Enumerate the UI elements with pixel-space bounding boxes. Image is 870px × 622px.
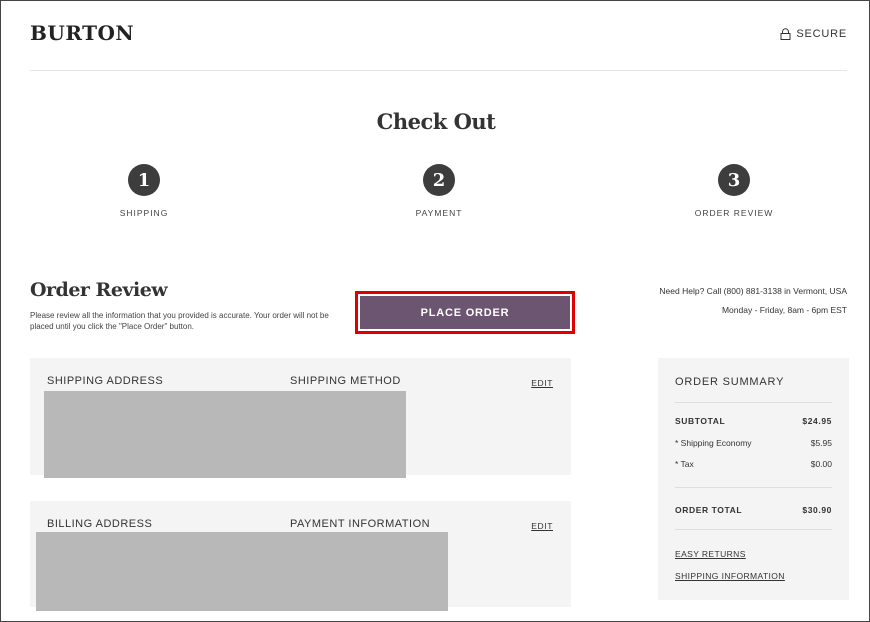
summary-divider: [675, 529, 832, 530]
step-payment: 2 PAYMENT: [349, 164, 529, 218]
step-order-review: 3 ORDER REVIEW: [644, 164, 824, 218]
help-phone: Need Help? Call (800) 881-3138 in Vermon…: [659, 286, 847, 296]
place-order-highlight: PLACE ORDER: [355, 291, 575, 334]
shipping-information-link[interactable]: SHIPPING INFORMATION: [675, 571, 785, 581]
order-total-row: ORDER TOTAL $30.90: [675, 505, 832, 515]
step-number-circle: 3: [718, 164, 750, 196]
step-number-circle: 2: [423, 164, 455, 196]
easy-returns-link[interactable]: EASY RETURNS: [675, 549, 746, 559]
summary-divider: [675, 402, 832, 403]
checkout-page: BURTON SECURE Check Out 1 SHIPPING 2 PAY…: [0, 0, 870, 622]
page-title: Check Out: [376, 109, 496, 134]
shipping-method-label: SHIPPING METHOD: [290, 375, 401, 387]
step-shipping: 1 SHIPPING: [54, 164, 234, 218]
secure-label: SECURE: [796, 28, 847, 40]
redacted-billing-info: [36, 532, 448, 611]
tax-label: * Tax: [675, 459, 694, 469]
order-review-description: Please review all the information that y…: [30, 311, 329, 331]
shipping-address-label: SHIPPING ADDRESS: [47, 375, 164, 387]
order-total-label: ORDER TOTAL: [675, 505, 743, 515]
lock-icon: [780, 28, 791, 40]
header-divider: [30, 70, 847, 71]
help-hours: Monday - Friday, 8am - 6pm EST: [721, 305, 847, 315]
step-label: PAYMENT: [415, 208, 463, 218]
summary-divider: [675, 487, 832, 488]
order-review-title: Order Review: [30, 279, 168, 301]
step-number-circle: 1: [128, 164, 160, 196]
step-label: ORDER REVIEW: [694, 208, 774, 218]
tax-value: $0.00: [810, 459, 832, 469]
shipping-cost-value: $5.95: [810, 438, 832, 448]
order-summary-title: ORDER SUMMARY: [675, 376, 785, 388]
subtotal-value: $24.95: [802, 416, 832, 426]
subtotal-label: SUBTOTAL: [675, 416, 726, 426]
burton-logo[interactable]: BURTON: [30, 21, 134, 45]
shipping-cost-label: * Shipping Economy: [675, 438, 752, 448]
edit-shipping-link[interactable]: EDIT: [531, 378, 553, 388]
payment-information-label: PAYMENT INFORMATION: [290, 518, 431, 530]
redacted-shipping-info: [44, 391, 406, 478]
secure-indicator: SECURE: [780, 28, 847, 40]
place-order-button[interactable]: PLACE ORDER: [360, 296, 570, 329]
tax-row: * Tax $0.00: [675, 459, 832, 469]
billing-address-label: BILLING ADDRESS: [47, 518, 153, 530]
order-summary: ORDER SUMMARY SUBTOTAL $24.95 * Shipping…: [658, 358, 849, 600]
order-total-value: $30.90: [802, 505, 832, 515]
edit-billing-link[interactable]: EDIT: [531, 521, 553, 531]
subtotal-row: SUBTOTAL $24.95: [675, 416, 832, 426]
step-label: SHIPPING: [119, 208, 169, 218]
shipping-row: * Shipping Economy $5.95: [675, 438, 832, 448]
